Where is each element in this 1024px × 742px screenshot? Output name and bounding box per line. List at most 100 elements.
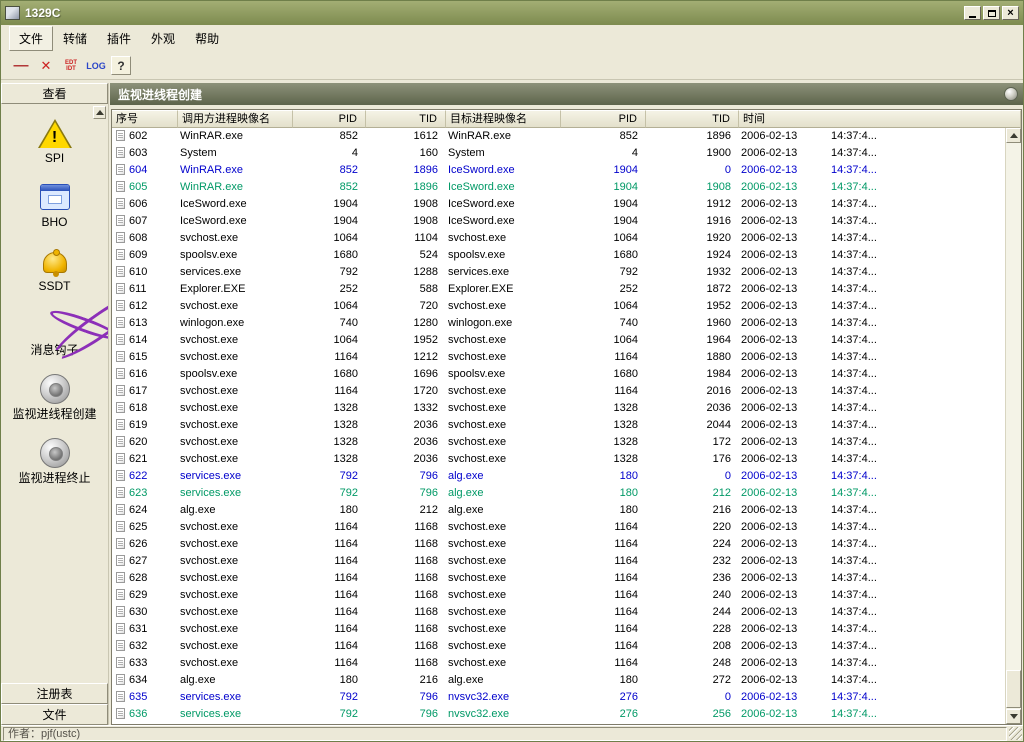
sidebar-item-spi[interactable]: ! SPI	[1, 118, 108, 165]
view-group-button[interactable]: 查看	[1, 83, 108, 104]
cell-target-image: svchost.exe	[446, 383, 561, 400]
table-row[interactable]: 603 System 4 160 System 4 1900 2006-02-1…	[112, 145, 1005, 162]
ssdt-bell-icon	[43, 246, 67, 276]
table-row[interactable]: 633 svchost.exe 1164 1168 svchost.exe 11…	[112, 655, 1005, 672]
cell-caller-image: svchost.exe	[178, 298, 293, 315]
event-icon	[116, 232, 125, 243]
table-row[interactable]: 635 services.exe 792 796 nvsvc32.exe 276…	[112, 689, 1005, 706]
table-row[interactable]: 629 svchost.exe 1164 1168 svchost.exe 11…	[112, 587, 1005, 604]
table-row[interactable]: 618 svchost.exe 1328 1332 svchost.exe 13…	[112, 400, 1005, 417]
sidebar-item-ssdt[interactable]: SSDT	[1, 246, 108, 293]
table-row[interactable]: 619 svchost.exe 1328 2036 svchost.exe 13…	[112, 417, 1005, 434]
table-row[interactable]: 625 svchost.exe 1164 1168 svchost.exe 11…	[112, 519, 1005, 536]
table-row[interactable]: 617 svchost.exe 1164 1720 svchost.exe 11…	[112, 383, 1005, 400]
sidebar-item-monitor-thread-create[interactable]: 监视进线程创建	[1, 374, 108, 421]
cell-target-tid: 2036	[646, 400, 739, 417]
table-row[interactable]: 620 svchost.exe 1328 2036 svchost.exe 13…	[112, 434, 1005, 451]
table-row[interactable]: 615 svchost.exe 1164 1212 svchost.exe 11…	[112, 349, 1005, 366]
registry-group-button[interactable]: 注册表	[1, 683, 108, 704]
table-row[interactable]: 614 svchost.exe 1064 1952 svchost.exe 10…	[112, 332, 1005, 349]
table-row[interactable]: 621 svchost.exe 1328 2036 svchost.exe 13…	[112, 451, 1005, 468]
minimize-button[interactable]	[964, 6, 981, 20]
table-row[interactable]: 634 alg.exe 180 216 alg.exe 180 272 2006…	[112, 672, 1005, 689]
restore-button[interactable]	[983, 6, 1000, 20]
edt-idt-icon[interactable]: EDT IDT	[61, 56, 81, 76]
table-row[interactable]: 622 services.exe 792 796 alg.exe 180 0 2…	[112, 468, 1005, 485]
column-header-caller-pid[interactable]: PID	[293, 110, 366, 128]
table-row[interactable]: 606 IceSword.exe 1904 1908 IceSword.exe …	[112, 196, 1005, 213]
title-bar[interactable]: 1329C ×	[1, 1, 1023, 25]
menu-appearance[interactable]: 外观	[141, 26, 185, 51]
resize-grip-icon[interactable]	[1009, 727, 1022, 740]
cell-target-tid: 172	[646, 434, 739, 451]
table-row[interactable]: 630 svchost.exe 1164 1168 svchost.exe 11…	[112, 604, 1005, 621]
delete-icon[interactable]: ✕	[36, 56, 56, 76]
cell-target-tid: 248	[646, 655, 739, 672]
menu-file[interactable]: 文件	[9, 26, 53, 51]
remove-icon[interactable]: —	[11, 56, 31, 76]
table-row[interactable]: 631 svchost.exe 1164 1168 svchost.exe 11…	[112, 621, 1005, 638]
table-row[interactable]: 610 services.exe 792 1288 services.exe 7…	[112, 264, 1005, 281]
column-header-target[interactable]: 目标进程映像名	[446, 110, 561, 128]
table-row[interactable]: 636 services.exe 792 796 nvsvc32.exe 276…	[112, 706, 1005, 723]
table-row[interactable]: 628 svchost.exe 1164 1168 svchost.exe 11…	[112, 570, 1005, 587]
table-row[interactable]: 605 WinRAR.exe 852 1896 IceSword.exe 190…	[112, 179, 1005, 196]
cell-caller-image: svchost.exe	[178, 230, 293, 247]
log-icon[interactable]: LOG	[86, 56, 106, 76]
column-header-target-tid[interactable]: TID	[646, 110, 739, 128]
table-row[interactable]: 612 svchost.exe 1064 720 svchost.exe 106…	[112, 298, 1005, 315]
sidebar-item-monitor-process-terminate[interactable]: 监视进程终止	[1, 438, 108, 485]
event-icon	[116, 640, 125, 651]
cell-time: 2006-02-1314:37:4...	[739, 621, 1005, 638]
scroll-up-button[interactable]	[1006, 128, 1021, 143]
cell-caller-tid: 212	[366, 502, 446, 519]
cell-caller-image: services.exe	[178, 485, 293, 502]
vertical-scrollbar[interactable]	[1005, 128, 1021, 724]
table-row[interactable]: 604 WinRAR.exe 852 1896 IceSword.exe 190…	[112, 162, 1005, 179]
cell-index: 627	[112, 553, 178, 570]
event-icon	[116, 606, 125, 617]
column-header-target-pid[interactable]: PID	[561, 110, 646, 128]
table-row[interactable]: 608 svchost.exe 1064 1104 svchost.exe 10…	[112, 230, 1005, 247]
table-row[interactable]: 602 WinRAR.exe 852 1612 WinRAR.exe 852 1…	[112, 128, 1005, 145]
event-icon	[116, 215, 125, 226]
help-icon[interactable]: ?	[111, 56, 131, 75]
scroll-down-button[interactable]	[1006, 709, 1021, 724]
sidebar-item-message-hook[interactable]: 消息钩子	[1, 310, 108, 357]
file-group-button[interactable]: 文件	[1, 704, 108, 725]
column-header-caller-tid[interactable]: TID	[366, 110, 446, 128]
table-row[interactable]: 632 svchost.exe 1164 1168 svchost.exe 11…	[112, 638, 1005, 655]
menu-plugin[interactable]: 插件	[97, 26, 141, 51]
cell-target-pid: 180	[561, 672, 646, 689]
table-row[interactable]: 616 spoolsv.exe 1680 1696 spoolsv.exe 16…	[112, 366, 1005, 383]
scrollbar-thumb[interactable]	[1006, 670, 1021, 708]
cell-target-tid: 224	[646, 536, 739, 553]
table-header: 序号 调用方进程映像名 PID TID 目标进程映像名 PID TID 时间	[112, 110, 1021, 128]
cell-target-pid: 1164	[561, 519, 646, 536]
cell-index: 605	[112, 179, 178, 196]
menu-help[interactable]: 帮助	[185, 26, 229, 51]
table-row[interactable]: 609 spoolsv.exe 1680 524 spoolsv.exe 168…	[112, 247, 1005, 264]
event-table: 序号 调用方进程映像名 PID TID 目标进程映像名 PID TID 时间 6…	[111, 109, 1022, 725]
table-row[interactable]: 627 svchost.exe 1164 1168 svchost.exe 11…	[112, 553, 1005, 570]
sidebar-item-bho[interactable]: BHO	[1, 182, 108, 229]
cell-target-image: alg.exe	[446, 485, 561, 502]
sidebar-scroll-up-button[interactable]	[93, 106, 106, 119]
column-header-index[interactable]: 序号	[112, 110, 178, 128]
event-icon	[116, 708, 125, 719]
menu-dump[interactable]: 转储	[53, 26, 97, 51]
cell-caller-tid: 1168	[366, 536, 446, 553]
column-header-time[interactable]: 时间	[739, 110, 1021, 128]
cell-caller-pid: 1164	[293, 349, 366, 366]
table-row[interactable]: 626 svchost.exe 1164 1168 svchost.exe 11…	[112, 536, 1005, 553]
table-row[interactable]: 613 winlogon.exe 740 1280 winlogon.exe 7…	[112, 315, 1005, 332]
cell-caller-pid: 4	[293, 145, 366, 162]
table-row[interactable]: 607 IceSword.exe 1904 1908 IceSword.exe …	[112, 213, 1005, 230]
column-header-caller[interactable]: 调用方进程映像名	[178, 110, 293, 128]
table-row[interactable]: 611 Explorer.EXE 252 588 Explorer.EXE 25…	[112, 281, 1005, 298]
cell-time: 2006-02-1314:37:4...	[739, 128, 1005, 145]
close-button[interactable]: ×	[1002, 6, 1019, 20]
table-row[interactable]: 623 services.exe 792 796 alg.exe 180 212…	[112, 485, 1005, 502]
panel-sphere-icon[interactable]	[1004, 87, 1018, 101]
table-row[interactable]: 624 alg.exe 180 212 alg.exe 180 216 2006…	[112, 502, 1005, 519]
